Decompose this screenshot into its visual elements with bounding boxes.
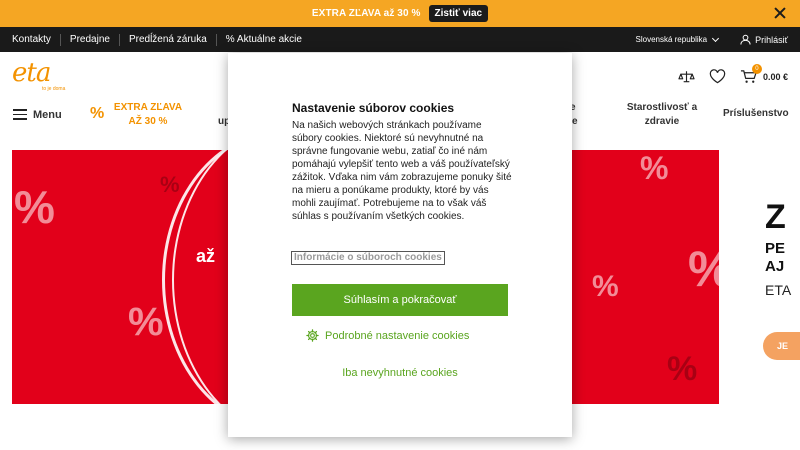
necessary-cookies-button[interactable]: Iba nevyhnutné cookies <box>292 367 508 379</box>
cookie-info-link[interactable]: Informácie o súboroch cookies <box>291 251 445 265</box>
topnav-item-predajne[interactable]: Predajne <box>70 33 120 46</box>
topnav-item-zaruka[interactable]: Predĺžená záruka <box>129 33 217 46</box>
side-banner-line1: PE <box>765 240 786 257</box>
category-health-line1: Starostlivosť a <box>626 102 698 113</box>
category-accessories[interactable]: Príslušenstvo <box>723 108 789 119</box>
gear-icon <box>306 329 319 342</box>
hamburger-icon[interactable] <box>13 109 27 120</box>
heart-icon[interactable] <box>709 69 726 84</box>
percent-icon: % <box>90 105 105 122</box>
accept-cookies-button[interactable]: Súhlasím a pokračovať <box>292 284 508 316</box>
detailed-settings-button[interactable]: Podrobné nastavenie cookies <box>306 329 470 342</box>
side-banner-line2: AJ <box>765 258 785 275</box>
cart-price: 0.00 € <box>762 71 788 82</box>
percent-decoration: % <box>667 350 698 388</box>
cookie-dialog-body: Na našich webových stránkach používame s… <box>292 120 512 222</box>
topnav-item-kontakty[interactable]: Kontakty <box>12 33 61 46</box>
promo-bar: EXTRA ZĽAVA až 30 % Zistiť viac <box>0 0 800 27</box>
promo-text: EXTRA ZĽAVA až 30 % <box>311 8 421 19</box>
login-link[interactable]: Prihlásiť <box>740 34 788 45</box>
logo-tagline: to je doma <box>42 86 66 92</box>
cookie-dialog-title: Nastavenie súborov cookies <box>292 101 455 115</box>
category-health-line2: zdravie <box>644 116 680 127</box>
chevron-down-icon <box>712 34 720 42</box>
hero-az-text: až <box>196 246 216 266</box>
topnav-item-akcie[interactable]: % Aktuálne akcie <box>226 34 311 46</box>
menu-label[interactable]: Menu <box>33 109 62 121</box>
side-banner[interactable]: Z PE AJ ETA JE <box>719 150 800 404</box>
percent-decoration: % <box>14 181 55 233</box>
logo-text: eta <box>12 58 51 88</box>
side-banner-button[interactable]: JE <box>763 332 800 360</box>
category-health[interactable]: Starostlivosť a zdravie <box>620 101 704 129</box>
compare-icon[interactable] <box>678 69 695 84</box>
login-label: Prihlásiť <box>755 34 788 45</box>
eta-logo[interactable]: eta to je doma <box>12 60 80 92</box>
cart-count-badge: 0 <box>751 64 762 74</box>
country-selector[interactable]: Slovenská republika <box>635 34 720 44</box>
percent-decoration: % <box>688 240 719 298</box>
percent-decoration: % <box>640 150 669 186</box>
close-icon[interactable] <box>772 5 788 21</box>
cart-button[interactable]: 0 <box>740 64 762 84</box>
user-icon <box>740 34 751 45</box>
category-partial-right[interactable]: e <box>572 115 578 129</box>
percent-decoration: % <box>128 300 164 344</box>
topnav-right: Slovenská republika Prihlásiť <box>635 27 788 52</box>
category-extra-line1: EXTRA ZĽAVA <box>113 102 183 113</box>
top-navigation: Kontakty Predajne Predĺžená záruka % Akt… <box>0 27 800 52</box>
cookie-consent-dialog: Nastavenie súborov cookies Na našich web… <box>228 53 572 437</box>
percent-decoration: % <box>592 270 619 303</box>
promo-more-button[interactable]: Zistiť viac <box>428 5 489 22</box>
percent-decoration: % <box>160 172 180 197</box>
side-banner-big: Z <box>765 198 786 236</box>
side-banner-line3: ETA <box>765 282 792 298</box>
category-extra-line2: AŽ 30 % <box>128 116 168 127</box>
country-label: Slovenská republika <box>635 35 708 44</box>
detailed-settings-label: Podrobné nastavenie cookies <box>325 329 470 342</box>
category-extra-discount[interactable]: EXTRA ZĽAVA AŽ 30 % <box>112 101 184 129</box>
header-icons: 0 0.00 € <box>664 64 788 84</box>
